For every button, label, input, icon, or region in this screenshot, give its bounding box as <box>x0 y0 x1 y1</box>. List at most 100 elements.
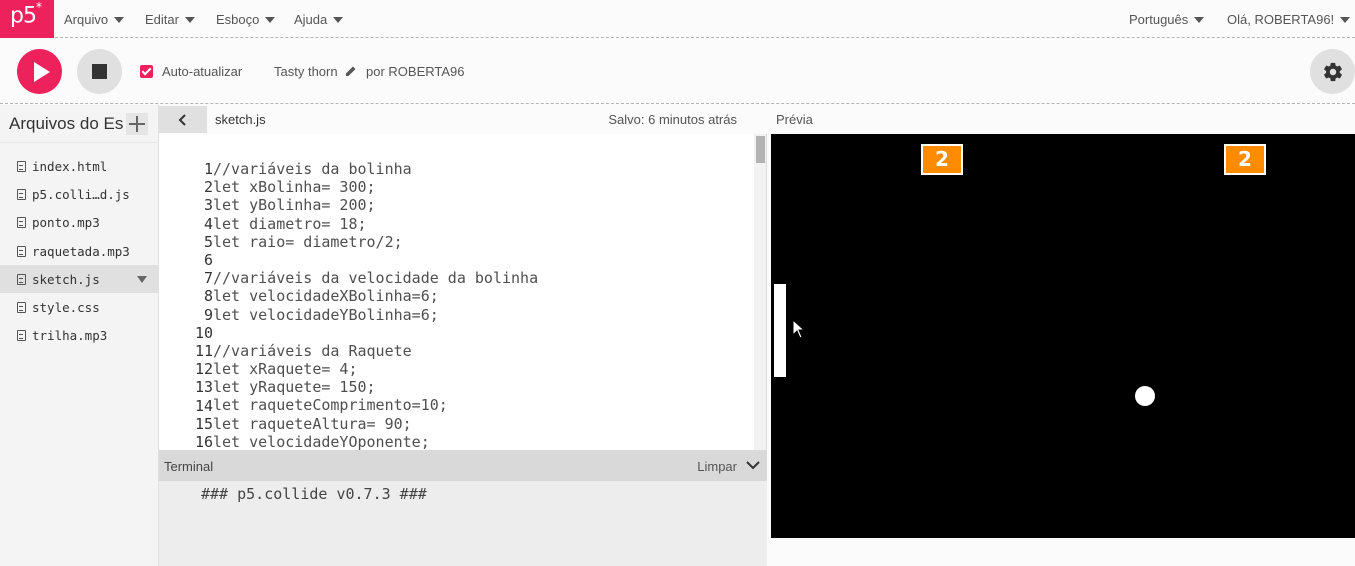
file-icon <box>17 245 26 257</box>
code-line[interactable]: let xBolinha= 300; <box>213 178 538 196</box>
caret-down-icon <box>114 16 125 23</box>
code-line[interactable]: let yBolinha= 200; <box>213 196 538 214</box>
file-item-sketch-js[interactable]: sketch.js <box>0 265 158 294</box>
line-number: 4 <box>203 214 213 233</box>
pencil-icon[interactable] <box>345 65 357 77</box>
code-line[interactable]: //variáveis da bolinha <box>213 160 538 178</box>
file-name: style.css <box>32 300 100 316</box>
terminal-body: ### p5.collide v0.7.3 ### <box>159 481 767 566</box>
file-icon <box>17 330 26 342</box>
line-numbers: 1 2 3 4 5 6 7 8 9 10 11 12 13 14 15 16 <box>159 160 213 450</box>
caret-down-icon <box>1340 16 1351 23</box>
file-name: ponto.mp3 <box>32 215 100 231</box>
terminal-title: Terminal <box>164 459 214 474</box>
console-message: ### p5.collide v0.7.3 ### <box>201 485 427 503</box>
file-item-p5-collide[interactable]: p5.colli…d.js <box>0 180 158 208</box>
file-name: p5.colli…d.js <box>32 186 130 202</box>
file-icon <box>17 160 26 172</box>
preview-header: Prévia <box>768 105 1355 134</box>
file-item-ponto-mp3[interactable]: ponto.mp3 <box>0 209 158 237</box>
language-label: Português <box>1129 11 1189 27</box>
code-line[interactable]: let velocidadeYBolinha=6; <box>213 306 538 324</box>
chevron-left-icon <box>178 113 186 126</box>
code-line[interactable]: let xRaquete= 4; <box>213 360 538 378</box>
line-number: 8 <box>203 287 213 306</box>
line-number: 1 <box>203 160 213 178</box>
sketch-name[interactable]: Tasty thorn <box>274 64 338 79</box>
player-paddle <box>774 284 786 377</box>
user-label: Olá, ROBERTA96! <box>1227 11 1335 27</box>
line-number: 9 <box>203 305 213 324</box>
code-line[interactable]: let raqueteComprimento=10; <box>213 396 538 414</box>
code-line[interactable]: let velocidadeYOponente; <box>213 433 538 450</box>
caret-down-icon <box>333 16 344 23</box>
score-left: 2 <box>921 144 963 175</box>
menu-label: Arquivo <box>64 11 109 27</box>
sketch-author: por ROBERTA96 <box>366 64 465 79</box>
editor-header: sketch.js Salvo: 6 minutos atrás <box>159 105 767 134</box>
auto-refresh-checkbox[interactable] <box>140 65 153 78</box>
file-options-icon[interactable] <box>137 276 147 284</box>
code-line[interactable]: let velocidadeXBolinha=6; <box>213 287 538 305</box>
code-content[interactable]: //variáveis da bolinha let xBolinha= 300;… <box>213 160 538 450</box>
caret-down-icon <box>1194 16 1205 23</box>
line-number: 15 <box>194 414 213 433</box>
file-item-style-css[interactable]: style.css <box>0 293 158 321</box>
line-number: 11 <box>194 342 213 361</box>
ball <box>1135 386 1155 406</box>
caret-down-icon <box>184 16 195 23</box>
file-item-index-html[interactable]: index.html <box>0 152 158 180</box>
code-editor[interactable]: 1 2 3 4 5 6 7 8 9 10 11 12 13 14 15 16 //variáveis da b… <box>159 134 767 450</box>
code-line[interactable]: //variáveis da Raquete <box>213 342 538 360</box>
auto-refresh-label: Auto-atualizar <box>162 64 243 79</box>
logo-asterisk: * <box>35 0 42 14</box>
code-line[interactable]: //variáveis da velocidade da bolinha <box>213 269 538 287</box>
menu-editar[interactable]: Editar <box>145 0 195 38</box>
line-number: 13 <box>194 378 213 397</box>
sidebar-header: Arquivos do Es <box>0 105 158 143</box>
user-menu[interactable]: Olá, ROBERTA96! <box>1227 0 1351 38</box>
gear-icon <box>1323 62 1342 81</box>
file-sidebar: Arquivos do Es index.html p5.colli…d.js … <box>0 105 159 566</box>
settings-button[interactable] <box>1310 49 1355 94</box>
code-line[interactable] <box>213 324 538 342</box>
file-name: index.html <box>32 158 108 174</box>
menu-esboco[interactable]: Esboço <box>216 0 276 38</box>
code-line[interactable]: let raio= diametro/2; <box>213 233 538 251</box>
add-file-button[interactable] <box>126 113 148 135</box>
file-item-raquetada-mp3[interactable]: raquetada.mp3 <box>0 237 158 265</box>
menu-ajuda[interactable]: Ajuda <box>294 0 344 38</box>
caret-down-icon <box>265 16 276 23</box>
line-number: 7 <box>203 269 213 288</box>
code-line[interactable]: let yRaquete= 150; <box>213 378 538 396</box>
editor-filename: sketch.js <box>215 112 266 127</box>
play-button[interactable] <box>17 49 62 94</box>
code-line[interactable] <box>213 251 538 269</box>
terminal-header: Terminal Limpar <box>159 450 767 481</box>
preview-title: Prévia <box>776 112 813 127</box>
menu-label: Editar <box>145 11 179 27</box>
line-number: 5 <box>203 232 213 251</box>
line-number: 3 <box>203 196 213 215</box>
chevron-down-icon[interactable] <box>745 457 761 473</box>
file-item-trilha-mp3[interactable]: trilha.mp3 <box>0 322 158 350</box>
editor-scrollbar[interactable] <box>754 134 766 450</box>
language-selector[interactable]: Português <box>1129 0 1205 38</box>
code-line[interactable]: let diametro= 18; <box>213 215 538 233</box>
p5-logo[interactable]: p5* <box>0 0 54 38</box>
line-number: 6 <box>203 251 213 270</box>
mouse-cursor-icon <box>792 319 806 339</box>
file-icon <box>17 302 26 314</box>
code-line[interactable]: let raqueteAltura= 90; <box>213 415 538 433</box>
file-name: sketch.js <box>32 271 100 287</box>
collapse-sidebar-button[interactable] <box>159 106 207 133</box>
sketch-canvas[interactable]: 2 2 <box>771 134 1355 538</box>
logo-text: p5 <box>10 3 37 29</box>
menu-arquivo[interactable]: Arquivo <box>64 0 125 38</box>
clear-console-button[interactable]: Limpar <box>697 459 737 474</box>
toolbar: Auto-atualizar Tasty thorn por ROBERTA96 <box>0 39 1355 104</box>
stop-button[interactable] <box>77 49 122 94</box>
menu-label: Esboço <box>216 11 260 27</box>
scrollbar-thumb[interactable] <box>756 136 765 163</box>
file-icon <box>17 273 26 285</box>
